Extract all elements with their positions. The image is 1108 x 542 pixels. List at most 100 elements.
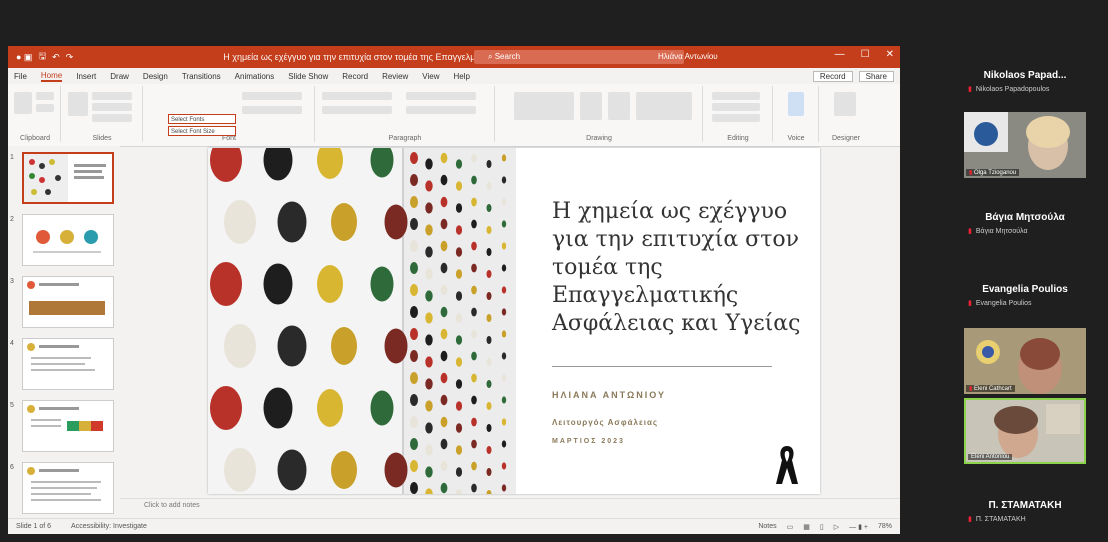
cut-icon[interactable] (36, 92, 54, 100)
document-title: Η χημεία ως εχέγγυο για την επιτυχία στο… (223, 52, 503, 62)
autosave-toggle[interactable]: ● ▣ (16, 52, 32, 63)
dot (455, 401, 463, 411)
shape-fill-buttons[interactable] (636, 92, 692, 120)
editing-group: Editing (704, 86, 773, 142)
slide-thumbnails-pane: 1 2 3 4 5 6 (8, 146, 120, 516)
reading-view-icon[interactable]: ▯ (820, 523, 824, 531)
find-button[interactable] (712, 92, 760, 100)
slide-title[interactable]: Η χημεία ως εχέγγυο για την επιτυχία στο… (552, 198, 802, 338)
slide-thumbnail-1[interactable] (22, 152, 114, 204)
participant-video-active[interactable]: Eleni Antoniou (964, 398, 1086, 464)
dot (455, 269, 463, 279)
participant-card[interactable]: Nikolaos Papad... ▮ Nikolaos Papadopoulos (960, 70, 1090, 93)
design-ideas-icon[interactable] (834, 92, 856, 116)
new-slide-icon[interactable] (68, 92, 88, 116)
dot (277, 201, 307, 243)
paste-icon[interactable] (14, 92, 32, 114)
participant-video[interactable]: ▮ Olga Tzioganou (964, 112, 1086, 178)
quick-styles-icon[interactable] (608, 92, 630, 120)
dot (370, 390, 394, 426)
align-buttons[interactable] (322, 106, 392, 114)
font-style-buttons[interactable] (242, 106, 302, 114)
tab-transitions[interactable]: Transitions (182, 72, 221, 81)
participant-fullname: Evangelia Poulios (975, 300, 1032, 307)
minimize-icon[interactable]: — (835, 49, 845, 60)
dot (486, 270, 492, 278)
maximize-icon[interactable]: ☐ (861, 49, 870, 60)
tab-draw[interactable]: Draw (110, 72, 129, 81)
slide-thumbnail-5[interactable] (22, 400, 114, 452)
slide-thumbnail-6[interactable] (22, 462, 114, 514)
search-box[interactable]: ⌕ Search (474, 50, 684, 64)
zoom-slider[interactable]: — ▮ + (849, 523, 868, 531)
tab-view[interactable]: View (422, 72, 439, 81)
save-icon[interactable]: 🖫 (38, 49, 46, 65)
user-name[interactable]: Ηλιάνα Αντωνίου (658, 52, 718, 61)
slideshow-icon[interactable]: ▷ (834, 523, 839, 531)
tab-insert[interactable]: Insert (76, 72, 96, 81)
participant-name: Βάγια Μητσούλα (985, 212, 1065, 223)
dot (440, 350, 448, 362)
replace-button[interactable] (712, 103, 760, 111)
dot (440, 152, 448, 164)
reset-button[interactable] (92, 103, 132, 111)
tab-review[interactable]: Review (382, 72, 408, 81)
layout-button[interactable] (92, 92, 132, 100)
dot (224, 324, 256, 368)
arrange-icon[interactable] (580, 92, 602, 120)
copy-icon[interactable] (36, 104, 54, 112)
slide-date[interactable]: ΜΑΡΤΙΟΣ 2023 (552, 438, 625, 445)
slide-thumbnail-4[interactable] (22, 338, 114, 390)
current-slide[interactable]: Η χημεία ως εχέγγυο για την επιτυχία στο… (208, 148, 820, 494)
share-button[interactable]: Share (858, 70, 894, 82)
dot (471, 395, 477, 405)
font-name-select[interactable]: Select Fonts (168, 114, 236, 124)
participant-name: Π. ΣΤΑΜΑΤΑΚΗ (988, 500, 1062, 511)
bullets-buttons[interactable] (322, 92, 392, 100)
close-icon[interactable]: ✕ (886, 49, 894, 60)
participant-card[interactable]: Π. ΣΤΑΜΑΤΑΚΗ ▮ Π. ΣΤΑΜΑΤΑΚΗ (960, 500, 1090, 523)
thumbnail-preview (24, 154, 106, 202)
undo-icon[interactable]: ↶ (52, 52, 60, 63)
title-bar: ● ▣ 🖫 ↶ ↷ Η χημεία ως εχέγγυο για την επ… (8, 46, 900, 68)
accessibility-status[interactable]: Accessibility: Investigate (71, 523, 147, 530)
tab-help[interactable]: Help (454, 72, 470, 81)
dot (425, 202, 433, 214)
tab-record[interactable]: Record (342, 72, 368, 81)
tab-design[interactable]: Design (143, 72, 168, 81)
dot (440, 218, 448, 230)
tab-animations[interactable]: Animations (235, 72, 275, 81)
dot (501, 418, 507, 426)
tab-file[interactable]: File (14, 72, 27, 81)
status-right: Notes ▭ ▦ ▯ ▷ — ▮ + 78% (758, 523, 892, 531)
record-button[interactable]: Record (812, 70, 853, 82)
dot (410, 196, 418, 208)
redo-icon[interactable]: ↷ (66, 52, 74, 63)
slide-thumbnail-3[interactable] (22, 276, 114, 328)
text-direction-button[interactable] (406, 92, 476, 100)
notes-pane[interactable]: Click to add notes (120, 498, 900, 512)
tab-home[interactable]: Home (40, 71, 63, 82)
dot (410, 152, 418, 164)
notes-button[interactable]: Notes (758, 523, 776, 531)
convert-smartart-button[interactable] (406, 106, 476, 114)
mic-muted-icon: ▮ (968, 228, 972, 235)
dictate-icon[interactable] (788, 92, 804, 116)
select-button[interactable] (712, 114, 760, 122)
ribbon: Clipboard Slides Font Paragraph Drawing … (8, 84, 900, 147)
font-size-buttons[interactable] (242, 92, 302, 100)
dot (331, 327, 357, 365)
section-button[interactable] (92, 114, 132, 122)
slide-thumbnail-2[interactable] (22, 214, 114, 266)
participant-card[interactable]: Βάγια Μητσούλα ▮ Βάγια Μητσούλα (960, 212, 1090, 235)
slide-author[interactable]: ΗΛΙΑΝΑ ΑΝΤΩΝΙΟΥ (552, 390, 666, 400)
tab-slide-show[interactable]: Slide Show (288, 72, 328, 81)
normal-view-icon[interactable]: ▭ (787, 523, 794, 531)
participant-video[interactable]: ▮ Eleni Cathcart (964, 328, 1086, 394)
participant-card[interactable]: Evangelia Poulios ▮ Evangelia Poulios (960, 284, 1090, 307)
font-size-select[interactable]: Select Font Size (168, 126, 236, 136)
shapes-gallery[interactable] (514, 92, 574, 120)
zoom-level[interactable]: 78% (878, 523, 892, 531)
slide-sorter-icon[interactable]: ▦ (803, 523, 810, 531)
slide-role[interactable]: Λειτουργός Ασφάλειας (552, 418, 658, 427)
